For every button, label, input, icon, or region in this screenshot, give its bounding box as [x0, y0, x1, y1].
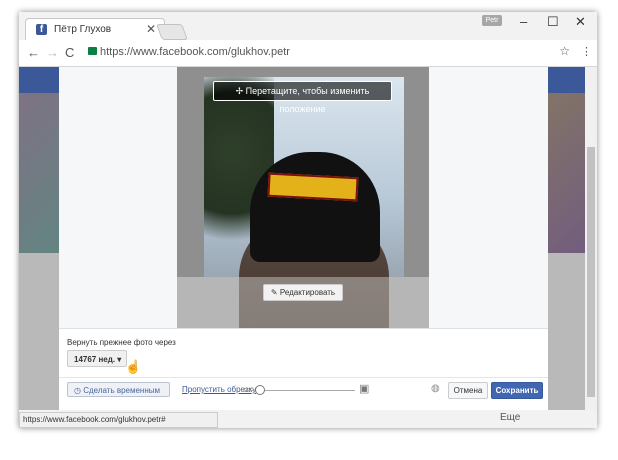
title-bar: f Пётр Глухов ✕ Petr – ☐ ✕	[19, 12, 597, 41]
photo-hat-band	[267, 172, 359, 202]
edit-button[interactable]: ✎ Редактировать	[263, 284, 343, 301]
tab-title: Пётр Глухов	[54, 24, 112, 35]
scrollbar-thumb[interactable]	[587, 147, 595, 397]
browser-menu-icon[interactable]: ⋮	[581, 45, 592, 58]
browser-toolbar: ← → C https://www.facebook.com/glukhov.p…	[19, 40, 597, 67]
photo-hat	[250, 152, 380, 262]
browser-tab[interactable]: f Пётр Глухов ✕	[25, 18, 165, 41]
page-viewport: ✢ Перетащите, чтобы изменить положение ✎…	[19, 67, 585, 410]
forward-button[interactable]: →	[46, 45, 59, 60]
dialog-footer: ◷ Сделать временным Пропустить обрезку ▭…	[59, 377, 548, 400]
profile-photo-crop-area[interactable]: ✢ Перетащите, чтобы изменить положение ✎…	[177, 67, 429, 328]
privacy-globe-icon[interactable]: ◍	[431, 383, 440, 394]
url-text[interactable]: https://www.facebook.com/glukhov.petr	[100, 46, 290, 58]
make-temporary-button[interactable]: ◷ Сделать временным	[67, 382, 170, 397]
bookmark-star-icon[interactable]: ☆	[559, 44, 570, 58]
dialog-options: Вернуть прежнее фото через 14767 нед. ▾ …	[59, 328, 548, 410]
reload-button[interactable]: C	[65, 45, 74, 60]
minimize-button[interactable]: –	[520, 14, 527, 29]
lock-icon	[88, 47, 97, 55]
close-window-button[interactable]: ✕	[575, 14, 586, 30]
zoom-slider-handle[interactable]	[255, 385, 265, 395]
zoom-in-image-icon: ▣	[359, 383, 370, 395]
profile-chip[interactable]: Petr	[482, 15, 502, 26]
page-scrollbar[interactable]	[585, 67, 597, 410]
tab-close-icon[interactable]: ✕	[146, 22, 156, 36]
hand-cursor-icon: ☝	[125, 359, 142, 374]
cancel-button[interactable]: Отмена	[448, 382, 488, 399]
revert-label: Вернуть прежнее фото через	[67, 338, 176, 347]
back-button[interactable]: ←	[27, 45, 40, 60]
more-link[interactable]: Еще	[500, 412, 520, 423]
profile-photo-dialog: ✢ Перетащите, чтобы изменить положение ✎…	[59, 67, 548, 410]
drag-reposition-hint[interactable]: ✢ Перетащите, чтобы изменить положение	[213, 81, 392, 114]
revert-duration-dropdown[interactable]: 14767 нед. ▾	[67, 350, 127, 367]
new-tab-button[interactable]	[156, 24, 188, 40]
save-button[interactable]: Сохранить	[491, 382, 543, 399]
address-bar[interactable]: https://www.facebook.com/glukhov.petr ☆	[82, 43, 572, 62]
browser-window: f Пётр Глухов ✕ Petr – ☐ ✕ ← → C https:/…	[19, 12, 597, 428]
status-bar-url: https://www.facebook.com/glukhov.petr#	[19, 412, 218, 428]
facebook-favicon-icon: f	[36, 24, 47, 35]
maximize-button[interactable]: ☐	[547, 14, 559, 30]
